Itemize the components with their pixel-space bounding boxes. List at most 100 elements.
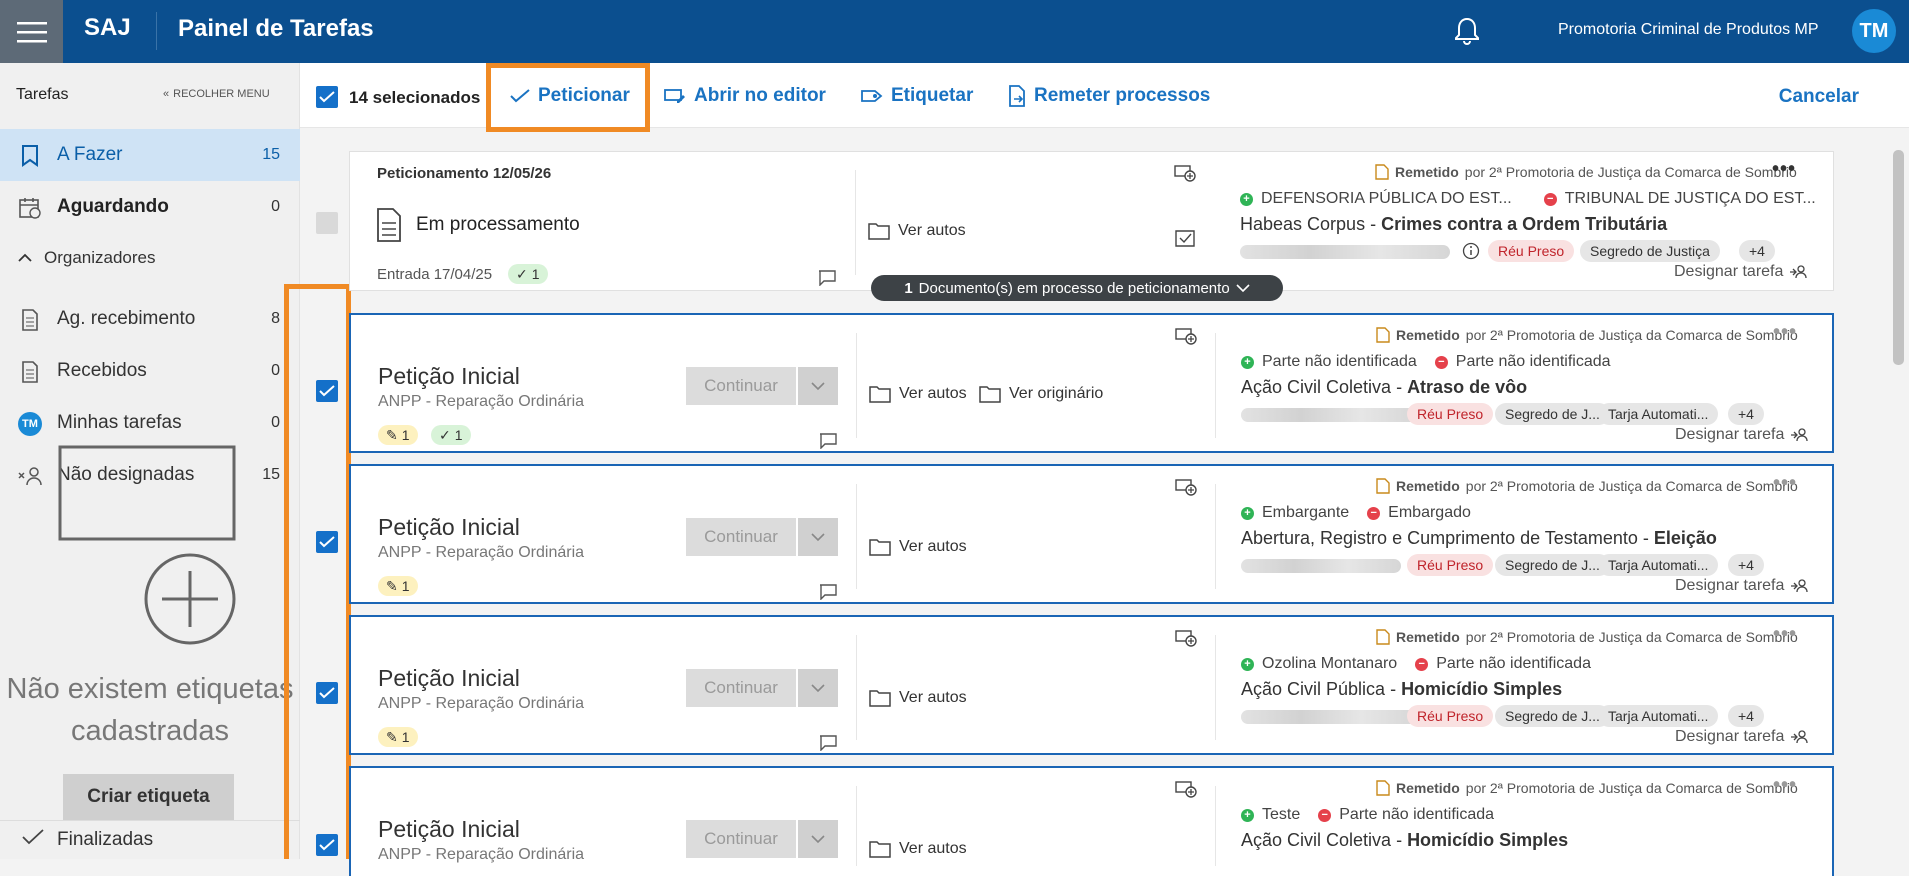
check-icon [319, 536, 335, 548]
send-processes-button[interactable]: Remeter processos [1008, 85, 1210, 107]
sidebar-item-recebidos[interactable]: Recebidos 0 [0, 345, 300, 397]
assign-task-button[interactable]: Designar tarefa [1674, 263, 1808, 281]
active-party: Teste [1262, 806, 1301, 823]
continue-button[interactable]: Continuar [686, 820, 796, 858]
add-window-icon[interactable] [1175, 629, 1197, 647]
label-button[interactable]: Etiquetar [861, 85, 973, 107]
comment-icon[interactable] [818, 270, 836, 286]
continue-dropdown-button[interactable] [798, 367, 838, 405]
sidebar-item-a-fazer[interactable]: A Fazer 15 [0, 129, 300, 181]
view-case-link[interactable]: Ver autos [869, 689, 967, 707]
more-options-button[interactable]: ••• [1773, 774, 1797, 797]
more-options-button[interactable]: ••• [1773, 321, 1797, 344]
add-window-icon[interactable] [1175, 478, 1197, 496]
user-avatar[interactable]: TM [1852, 9, 1896, 53]
tag-more[interactable]: +4 [1728, 554, 1764, 576]
tag-more[interactable]: +4 [1728, 705, 1764, 727]
assign-task-button[interactable]: Designar tarefa [1675, 728, 1809, 746]
minus-icon: − [1543, 192, 1557, 206]
sidebar-item-aguardando[interactable]: Aguardando 0 [0, 181, 300, 233]
continue-dropdown-button[interactable] [798, 518, 838, 556]
send-document-icon [1376, 629, 1390, 645]
organization-name[interactable]: Promotoria Criminal de Produtos MP [1558, 21, 1819, 39]
sent-label: Remetido [1396, 629, 1460, 645]
collapse-menu-button[interactable]: « RECOLHER MENU [163, 88, 270, 100]
tag-segredo: Segredo de J... [1495, 554, 1610, 576]
continue-button[interactable]: Continuar [686, 367, 796, 405]
add-window-icon[interactable] [1175, 327, 1197, 345]
tag-more[interactable]: +4 [1728, 403, 1764, 425]
row-checkbox[interactable] [316, 531, 338, 553]
case-class: Ação Civil Coletiva - Atraso de vôo [1241, 377, 1528, 397]
minus-icon: − [1367, 506, 1381, 520]
row-checkbox[interactable] [316, 212, 338, 234]
view-case-link[interactable]: Ver autos [869, 385, 967, 403]
row-checkbox[interactable] [316, 834, 338, 856]
tag-reu-preso: Réu Preso [1488, 240, 1575, 262]
continue-dropdown-button[interactable] [798, 820, 838, 858]
task-card[interactable]: Petição Inicial ANPP - Reparação Ordinár… [349, 313, 1834, 453]
redacted-case-number [1241, 408, 1421, 422]
scrollbar-thumb[interactable] [1893, 150, 1904, 365]
add-window-icon[interactable] [1174, 164, 1196, 182]
sidebar-title: Tarefas [16, 86, 69, 103]
minus-icon: − [1318, 808, 1332, 822]
active-party: DEFENSORIA PÚBLICA DO EST... [1261, 190, 1512, 207]
card-title: Petição Inicial [378, 514, 520, 540]
task-card[interactable]: Petição Inicial ANPP - Reparação Ordinár… [349, 615, 1834, 755]
row-checkbox[interactable] [316, 380, 338, 402]
comment-icon[interactable] [819, 735, 837, 751]
plus-icon: + [1240, 192, 1253, 206]
more-options-button[interactable]: ••• [1773, 472, 1797, 495]
brand-divider [156, 12, 157, 50]
signed-document-icon[interactable] [1174, 227, 1196, 247]
assign-task-button[interactable]: Designar tarefa [1675, 426, 1809, 444]
assign-user-icon [1791, 730, 1809, 744]
open-editor-button[interactable]: Abrir no editor [664, 85, 826, 107]
continue-dropdown-button[interactable] [798, 669, 838, 707]
chevron-down-icon [811, 381, 825, 390]
task-card[interactable]: Peticionamento 12/05/26 Em processamento… [349, 151, 1834, 291]
comment-icon[interactable] [819, 433, 837, 449]
view-case-link[interactable]: Ver autos [868, 222, 966, 240]
continue-button[interactable]: Continuar [686, 518, 796, 556]
assign-task-button[interactable]: Designar tarefa [1675, 577, 1809, 595]
cancel-button[interactable]: Cancelar [1779, 86, 1859, 108]
create-label-button[interactable]: Criar etiqueta [63, 774, 234, 820]
row-checkbox[interactable] [316, 682, 338, 704]
divider [856, 484, 857, 589]
sidebar-item-label: Ag. recebimento [57, 308, 196, 329]
case-subject: Homicídio Simples [1401, 679, 1563, 699]
empty-message-line: cadastradas [71, 715, 229, 747]
notifications-button[interactable] [1454, 16, 1480, 46]
add-window-icon[interactable] [1175, 780, 1197, 798]
card-subtitle: ANPP - Reparação Ordinária [378, 393, 585, 410]
tag-more[interactable]: +4 [1739, 240, 1775, 262]
organizers-toggle[interactable]: Organizadores [18, 248, 156, 268]
select-all-checkbox[interactable] [316, 86, 338, 108]
folder-icon [868, 223, 890, 240]
sidebar-item-minhas-tarefas[interactable]: TM Minhas tarefas 0 [0, 397, 300, 449]
badge-count: 1 [401, 427, 410, 443]
avatar-icon: TM [18, 412, 42, 436]
more-options-button[interactable]: ••• [1772, 158, 1796, 181]
comment-icon[interactable] [819, 584, 837, 600]
view-case-link[interactable]: Ver autos [869, 840, 967, 858]
more-options-button[interactable]: ••• [1773, 623, 1797, 646]
task-card[interactable]: Petição Inicial ANPP - Reparação Ordinár… [349, 464, 1834, 604]
card-title: Petição Inicial [378, 363, 520, 389]
processing-notice[interactable]: 1 Documento(s) em processo de peticionam… [871, 275, 1283, 301]
view-case-link[interactable]: Ver autos [869, 538, 967, 556]
assign-task-label: Designar tarefa [1675, 577, 1785, 594]
continue-button[interactable]: Continuar [686, 669, 796, 707]
task-card[interactable]: Petição Inicial ANPP - Reparação Ordinár… [349, 766, 1834, 876]
assign-task-label: Designar tarefa [1675, 426, 1785, 443]
sidebar-item-ag-recebimento[interactable]: Ag. recebimento 8 [0, 293, 300, 345]
send-document-icon [1376, 478, 1390, 494]
info-icon[interactable] [1462, 242, 1480, 260]
sidebar-item-finalizadas[interactable]: Finalizadas [0, 820, 300, 859]
brand-logo[interactable]: SAJ [84, 14, 131, 42]
hamburger-menu-button[interactable] [0, 0, 63, 63]
selected-count: 14 selecionados [349, 88, 481, 107]
view-original-link[interactable]: Ver originário [979, 385, 1103, 403]
